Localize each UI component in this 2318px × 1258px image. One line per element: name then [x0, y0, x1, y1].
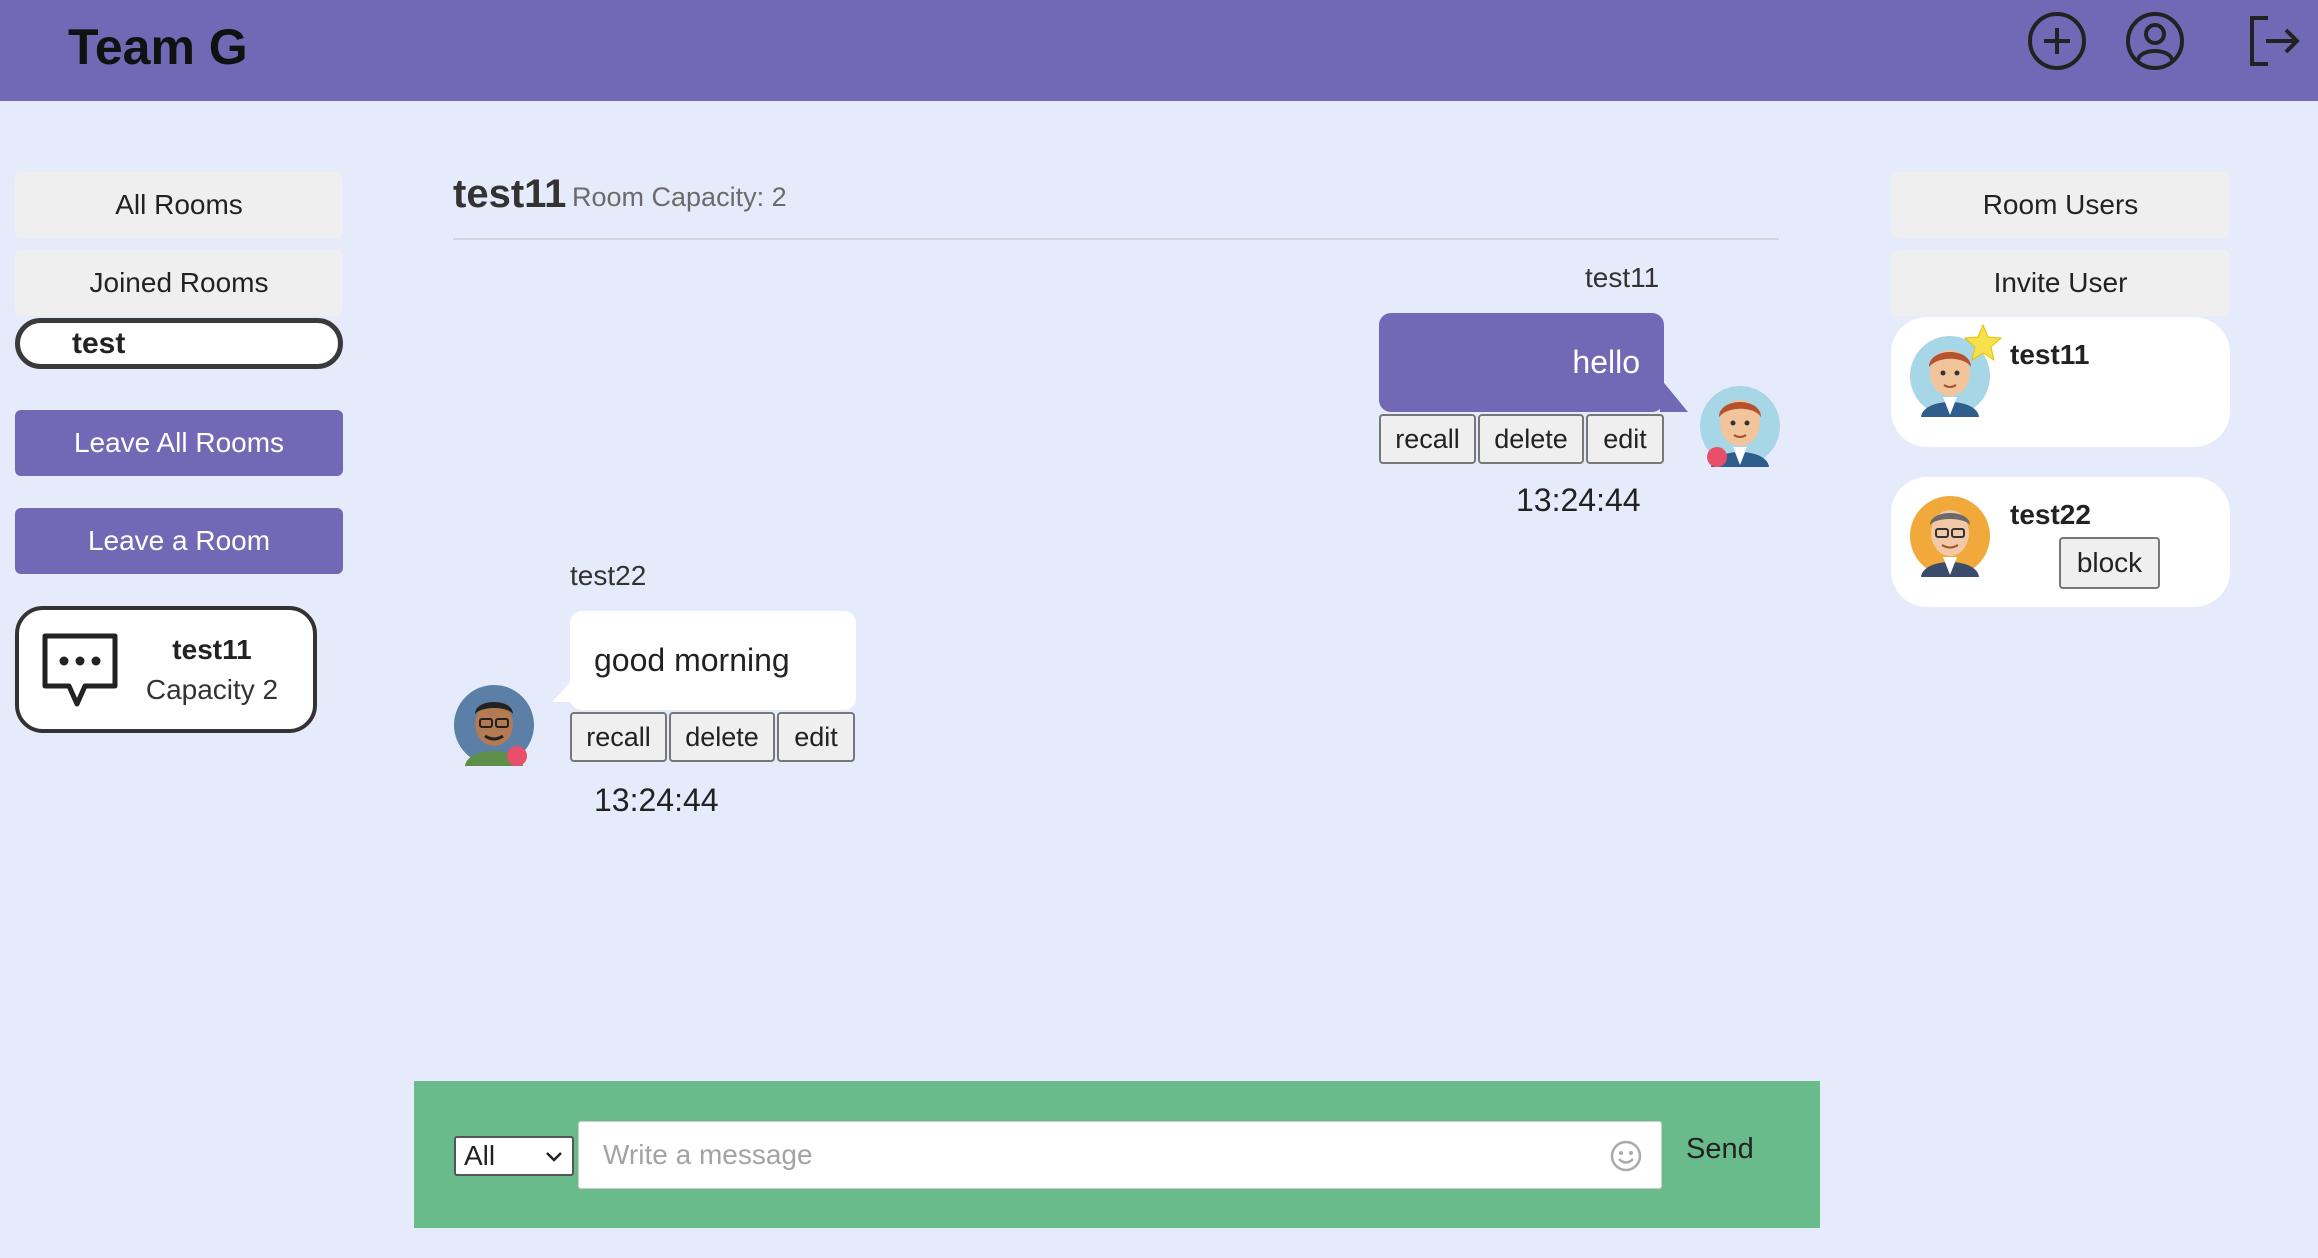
top-bar: Team G	[0, 0, 2318, 101]
recipient-value: All	[464, 1140, 496, 1171]
edit-button[interactable]: edit	[1586, 414, 1664, 464]
chevron-down-icon	[546, 1152, 562, 1162]
status-dot	[1707, 447, 1727, 467]
room-card-capacity: Capacity 2	[145, 674, 279, 705]
user-name: test22	[2010, 499, 2091, 530]
message-bubble-own: hello	[1379, 313, 1664, 412]
message-bubble-other: good morning	[570, 611, 856, 710]
emoji-icon[interactable]	[1609, 1139, 1643, 1173]
app-brand: Team G	[68, 19, 248, 75]
edit-button[interactable]: edit	[777, 712, 855, 762]
message-input[interactable]: Write a message	[578, 1121, 1662, 1189]
message-sender: test22	[570, 560, 647, 591]
send-button[interactable]: Send	[1686, 1133, 1754, 1166]
message-sender: test11	[1585, 262, 1660, 293]
user-avatar-test22[interactable]	[1909, 495, 1991, 577]
add-circle-icon[interactable]	[2026, 10, 2088, 72]
message-actions: recall delete edit	[570, 712, 857, 762]
message-time: 13:24:44	[594, 782, 719, 818]
user-name: test11	[2010, 339, 2090, 370]
leave-all-rooms-button[interactable]: Leave All Rooms	[15, 410, 343, 476]
message-time: 13:24:44	[1516, 482, 1641, 518]
room-card[interactable]: test11 Capacity 2	[15, 606, 317, 733]
room-card-name: test11	[172, 634, 252, 665]
joined-rooms-tab[interactable]: Joined Rooms	[15, 250, 343, 316]
delete-button[interactable]: delete	[1478, 414, 1584, 464]
message-composer: All Write a message Send	[414, 1081, 1820, 1228]
recall-button[interactable]: recall	[570, 712, 667, 762]
all-rooms-tab[interactable]: All Rooms	[15, 172, 343, 238]
user-card: test11	[1891, 317, 2230, 447]
leave-a-room-button[interactable]: Leave a Room	[15, 508, 343, 574]
room-users-tab[interactable]: Room Users	[1891, 172, 2230, 238]
room-title: test11	[453, 172, 567, 216]
delete-button[interactable]: delete	[669, 712, 775, 762]
owner-star-icon	[1963, 323, 2003, 362]
recipient-select[interactable]: All	[454, 1136, 574, 1176]
recall-button[interactable]: recall	[1379, 414, 1476, 464]
room-capacity-label: Room Capacity: 2	[572, 182, 787, 212]
invite-user-button[interactable]: Invite User	[1891, 250, 2230, 316]
status-dot	[507, 746, 527, 766]
message-actions: recall delete edit	[1379, 414, 1666, 464]
user-card: test22 block	[1891, 477, 2230, 607]
logout-icon[interactable]	[2242, 10, 2304, 72]
chat-divider	[453, 238, 1779, 240]
joined-room-item[interactable]: test	[15, 318, 343, 369]
block-user-button[interactable]: block	[2059, 537, 2160, 589]
user-profile-icon[interactable]	[2124, 10, 2186, 72]
bubble-tail	[1660, 378, 1688, 412]
message-placeholder: Write a message	[603, 1139, 813, 1170]
